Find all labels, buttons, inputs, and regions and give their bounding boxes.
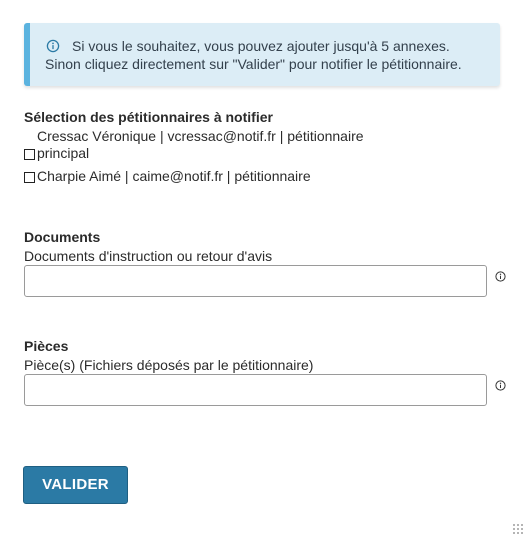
documents-section-title: Documents (24, 229, 101, 245)
petitioners-section-title: Sélection des pétitionnaires à notifier (24, 109, 273, 125)
principal-checkbox[interactable] (24, 149, 35, 160)
info-text-line2: Sinon cliquez directement sur "Valider" … (45, 56, 462, 72)
info-message: Si vous le souhaitez, vous pouvez ajoute… (24, 23, 500, 86)
info-text-line1: Si vous le souhaitez, vous pouvez ajoute… (72, 38, 450, 54)
documents-field-label: Documents d'instruction ou retour d'avis (24, 248, 273, 264)
pieces-input[interactable] (24, 374, 487, 406)
info-circle-icon (46, 39, 60, 53)
petitioner-label-cressac: Cressac Véronique | vcressac@notif.fr | … (37, 128, 364, 144)
documents-input[interactable] (24, 265, 487, 297)
documents-help-icon[interactable] (495, 271, 506, 282)
petitioner-label-charpie: Charpie Aimé | caime@notif.fr | pétition… (37, 168, 311, 184)
pieces-section-title: Pièces (24, 338, 69, 354)
petitioner-checkbox-charpie[interactable] (24, 172, 35, 183)
principal-label: principal (37, 145, 90, 161)
validate-button[interactable]: VALIDER (23, 466, 128, 504)
pieces-help-icon[interactable] (495, 380, 506, 391)
resize-grip-icon[interactable] (513, 524, 523, 534)
pieces-field-label: Pièce(s) (Fichiers déposés par le pétiti… (24, 357, 314, 373)
